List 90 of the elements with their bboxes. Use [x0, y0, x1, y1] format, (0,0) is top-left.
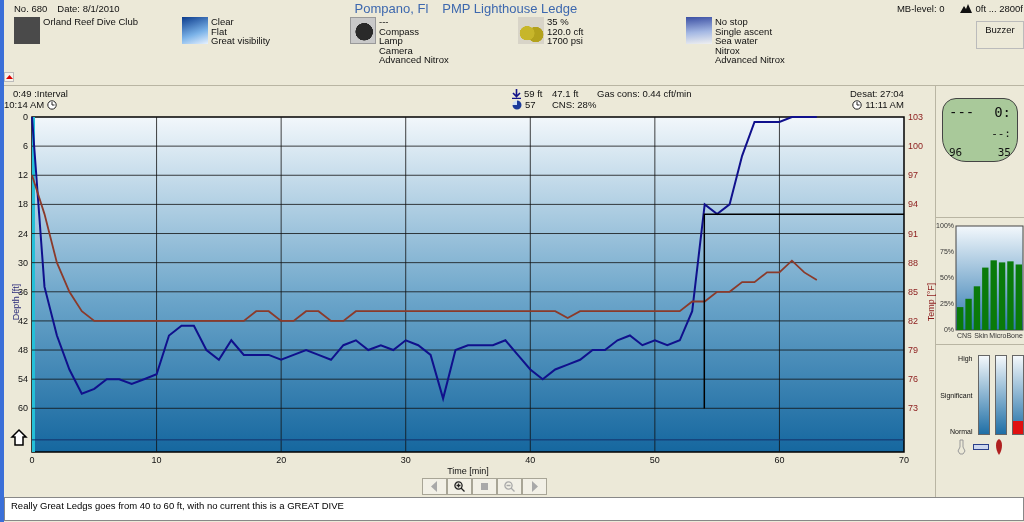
zoom-in-icon	[454, 481, 465, 492]
info-text: 120.0 cft	[547, 26, 584, 36]
depth-tick-label: 30	[18, 257, 28, 268]
temp-tick-label: 73	[908, 403, 918, 414]
x-axis-title: Time [min]	[447, 466, 489, 476]
pie-icon	[512, 99, 522, 110]
toolbar-button[interactable]	[447, 478, 472, 495]
sky-photo-icon	[182, 17, 208, 44]
square-icon	[479, 481, 490, 492]
capsule-icon	[995, 439, 1003, 455]
info-text: Orland Reef Dive Club	[43, 17, 139, 27]
max-depth: 59 ft	[524, 88, 543, 99]
info-text: Lamp	[379, 36, 403, 46]
x-tick-label: 10	[151, 455, 162, 465]
temp-axis-title: Temp [°F]	[926, 282, 936, 322]
lcd-time: 0:	[994, 105, 1011, 119]
photo-placeholder	[14, 17, 40, 44]
temp-tick-label: 103	[908, 112, 924, 122]
x-tick-label: 30	[400, 455, 411, 465]
dive-number: No. 680	[14, 3, 48, 14]
info-text: Great visibility	[211, 36, 271, 46]
clock-icon	[47, 99, 58, 110]
temp-tick-label: 85	[908, 286, 918, 297]
average-depth: 47.1 ft	[552, 88, 580, 99]
dive-location: Pompano, Fl	[354, 1, 429, 16]
info-text: ---	[379, 17, 390, 27]
zoom-out-icon	[504, 481, 515, 492]
info-text: Single ascent	[715, 26, 774, 36]
notes-field[interactable]: Really Great Ledgs goes from 40 to 60 ft, with no current this is a GREAT DIVE	[4, 497, 1024, 521]
lcd-depth: ---	[949, 105, 975, 119]
info-text: 35 %	[547, 17, 570, 27]
info-text: Compass	[379, 26, 421, 36]
up-arrow-icon	[5, 75, 13, 79]
depth-tick-label: 12	[18, 170, 28, 181]
temp-tick-label: 76	[908, 374, 918, 385]
gas-consumption: Gas cons: 0.44 cft/min	[597, 88, 693, 99]
mb-level: MB-level: 0	[896, 3, 945, 14]
depth-tick-label: 42	[18, 315, 28, 326]
tank-icon	[518, 17, 544, 44]
buzzer-field: Buzzer	[976, 21, 1024, 49]
info-text: No stop	[715, 17, 749, 27]
temperature-text: 57	[525, 99, 536, 110]
temp-tick-label: 88	[908, 257, 918, 268]
info-text: Advanced Nitrox	[379, 55, 449, 65]
clock-icon	[852, 99, 863, 110]
temp-tick-label: 79	[908, 345, 918, 356]
right-triangle-icon	[529, 481, 540, 492]
lcd-stop: --:	[991, 127, 1011, 139]
info-text: Nitrox	[715, 45, 741, 55]
x-tick-label: 20	[276, 455, 287, 465]
x-tick-label: 60	[774, 455, 785, 465]
temp-tick-label: 100	[908, 141, 924, 152]
temp-tick-label: 91	[908, 228, 918, 239]
lcd-oxygen: 35	[997, 147, 1011, 158]
dive-site: PMP Lighthouse Ledge	[442, 1, 578, 16]
left-triangle-icon	[429, 481, 440, 492]
temp-tick-label: 82	[908, 315, 918, 326]
camera-icon	[350, 17, 376, 44]
mountain-icon	[960, 4, 973, 13]
temp-tick-label: 94	[908, 199, 918, 210]
temp-tick-label: 97	[908, 170, 918, 181]
depth-tick-label: 48	[18, 345, 28, 356]
collapse-button[interactable]	[4, 72, 14, 82]
depth-tick-label: 60	[18, 403, 28, 414]
info-text: Camera	[379, 45, 414, 55]
home-icon	[10, 428, 28, 446]
cns-text: CNS: 28%	[552, 99, 597, 110]
info-text: Advanced Nitrox	[715, 55, 785, 65]
desat-time: Desat: 27:04	[850, 88, 904, 99]
x-tick-label: 40	[525, 455, 536, 465]
x-tick-label: 0	[29, 455, 35, 465]
end-time: 11:11 AM	[865, 99, 904, 110]
info-text: Flat	[211, 26, 228, 36]
depth-tick-label: 54	[18, 374, 28, 385]
info-text: Sea water	[715, 36, 759, 46]
dive-date: Date: 8/1/2010	[57, 3, 120, 14]
down-arrow-icon	[512, 88, 521, 99]
start-time: 10:14 AM	[4, 99, 45, 110]
info-text: Clear	[211, 17, 235, 27]
depth-tick-label: 18	[18, 199, 28, 210]
altitude-range: 0ft ... 2800f	[975, 3, 1023, 14]
x-tick-label: 70	[899, 455, 909, 465]
depth-tick-label: 6	[23, 141, 28, 152]
diver-photo-icon	[686, 17, 712, 44]
depth-tick-label: 0	[23, 112, 28, 122]
depth-tick-label: 24	[18, 228, 28, 239]
x-tick-label: 50	[649, 455, 660, 465]
info-text: 1700 psi	[547, 36, 584, 46]
interval-text: 0:49 :Interval	[12, 88, 69, 99]
lcd-temp: 96	[949, 147, 963, 158]
